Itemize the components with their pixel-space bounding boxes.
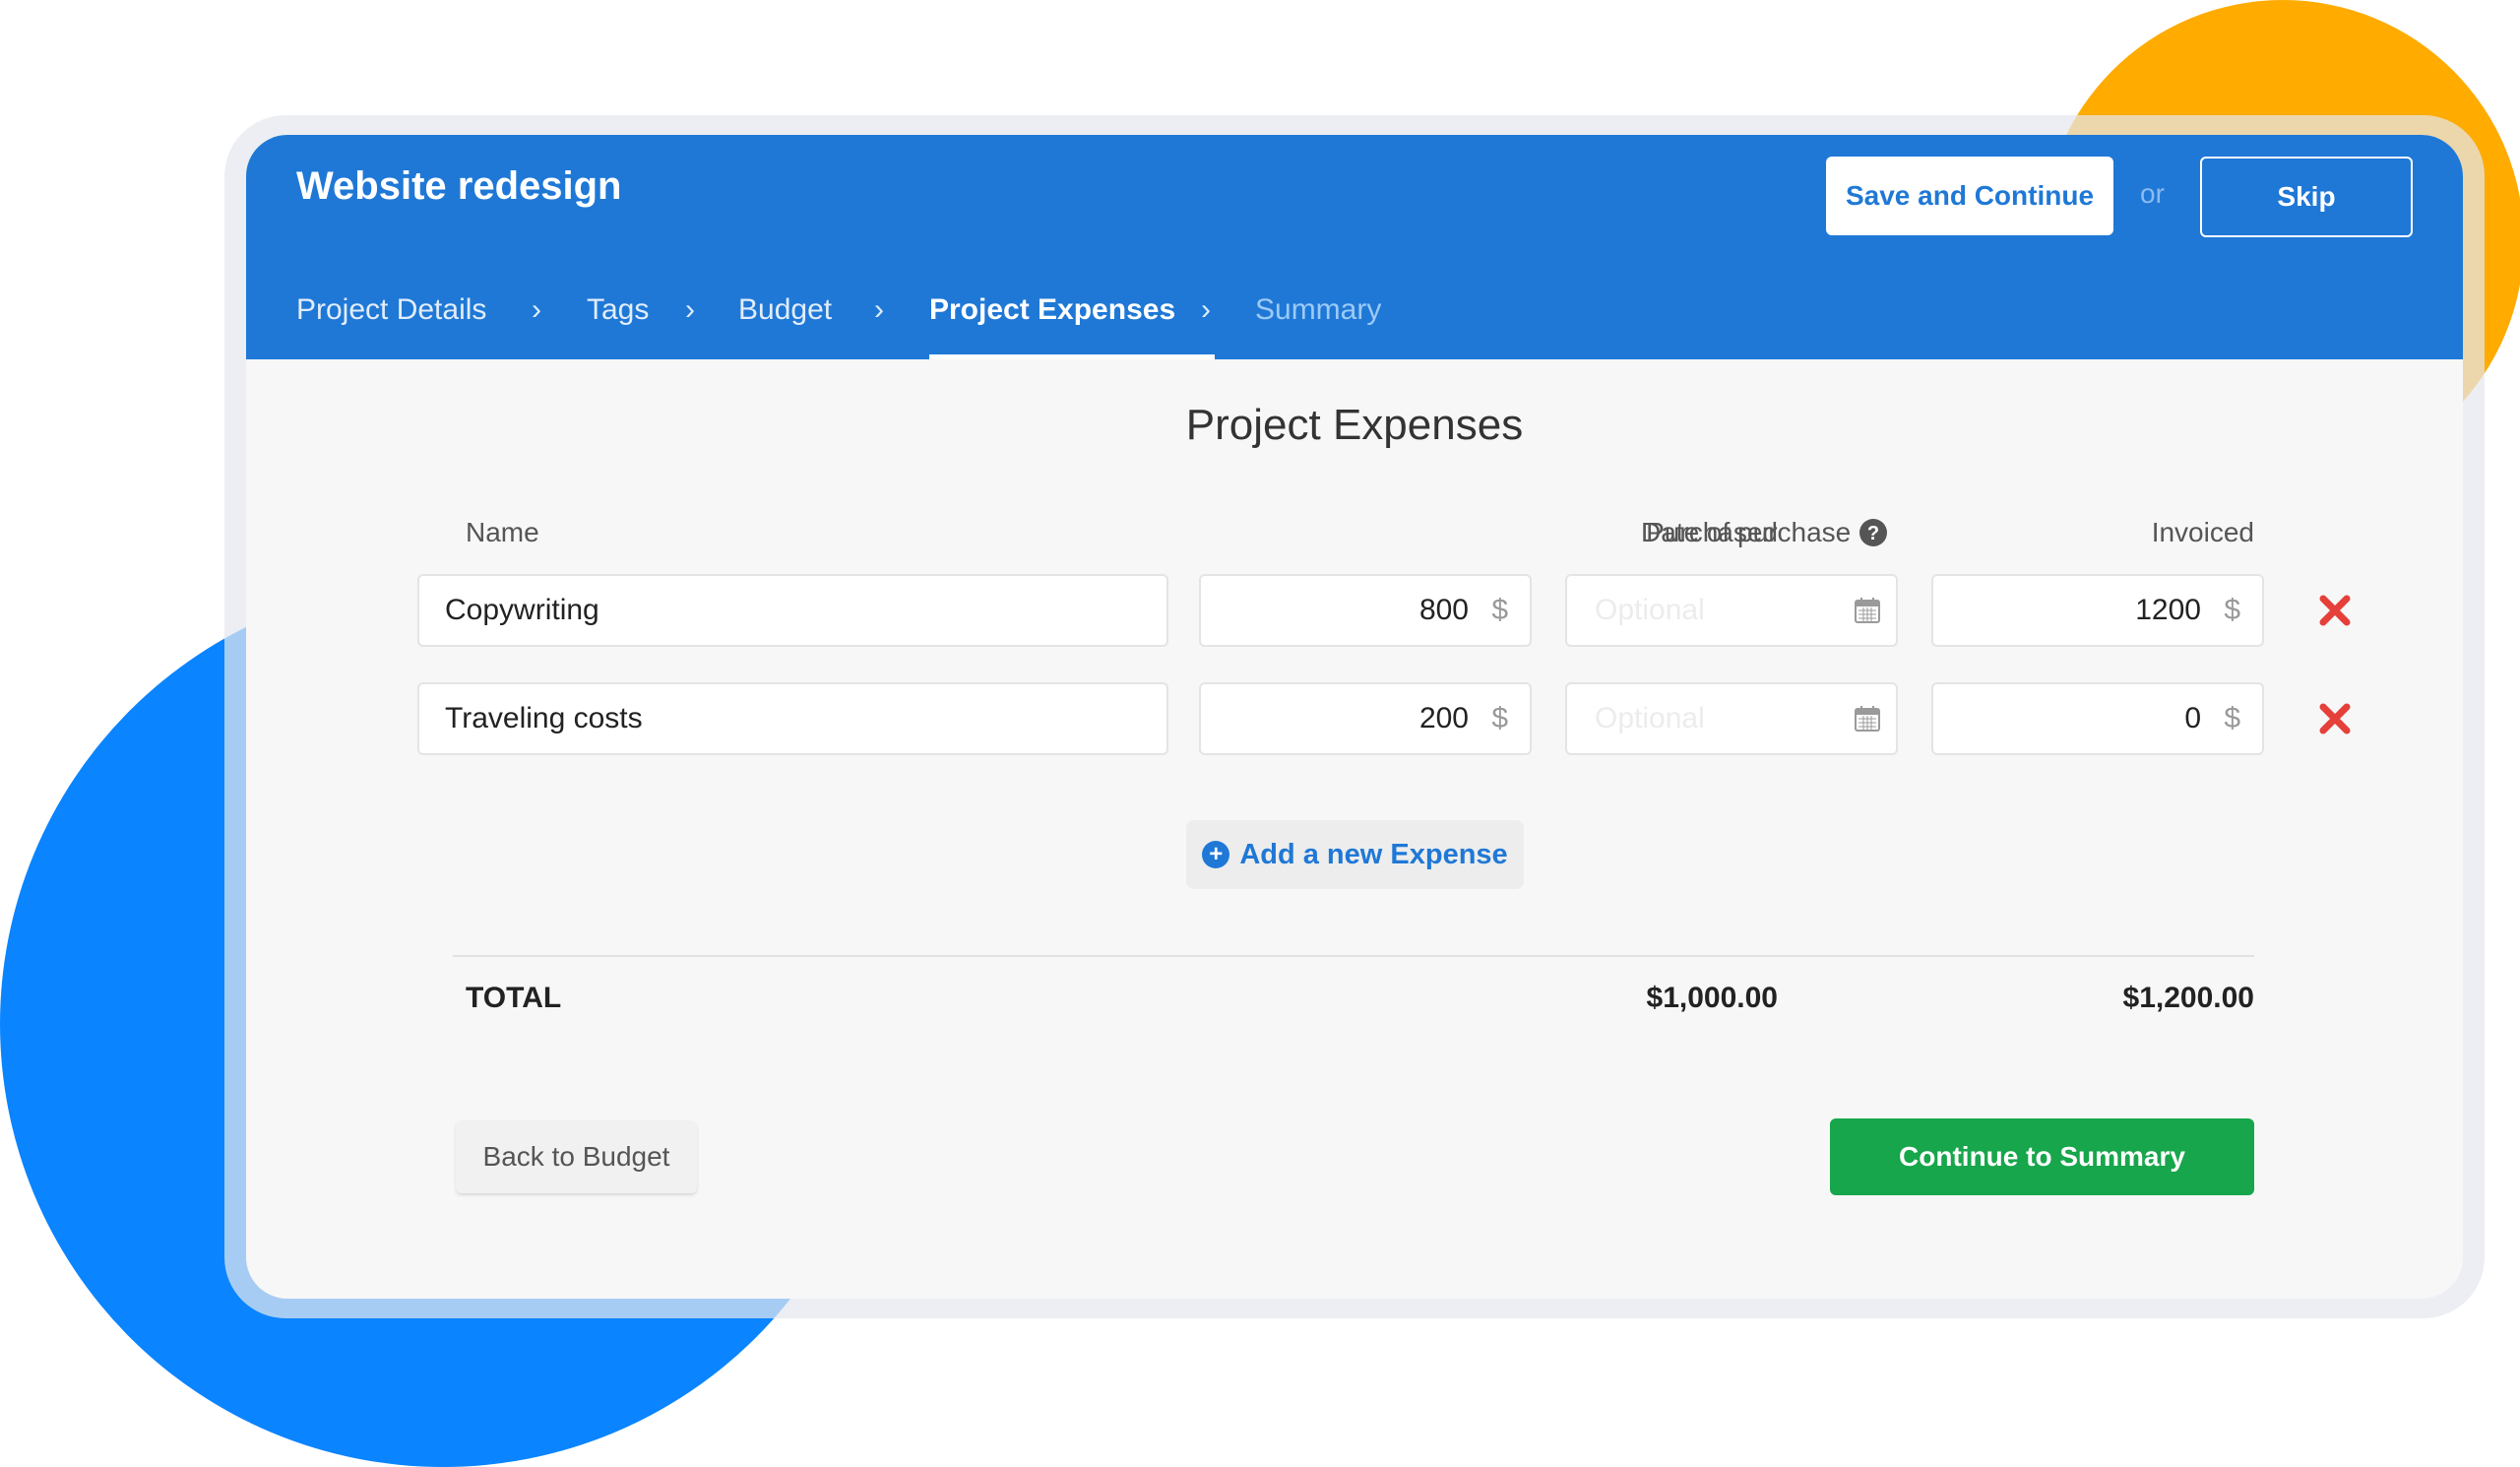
calendar-icon[interactable] [1853,596,1882,625]
page-title: Project Expenses [1185,401,1524,449]
wizard-steps: Project Details › Tags › Budget › Projec… [246,283,2463,359]
purchased-value: 800 [1418,594,1469,626]
invoiced-value: 0 [2184,702,2201,734]
chevron-right-icon: › [685,293,695,326]
currency-symbol: $ [1491,702,1508,734]
invoiced-value: 1200 [2135,594,2201,626]
skip-button[interactable]: Skip [2200,157,2413,237]
plus-circle-icon: + [1202,841,1230,868]
total-invoiced: $1,200.00 [2122,982,2254,1014]
calendar-icon[interactable] [1853,704,1882,734]
purchased-value: 200 [1418,702,1469,734]
svg-text:?: ? [1867,523,1879,544]
chevron-right-icon: › [532,293,541,326]
date-header-label: Date of purchase [1641,517,1852,547]
step-tags[interactable]: Tags [587,283,649,359]
project-title: Website redesign [296,164,622,208]
delete-expense-icon[interactable] [2317,701,2353,736]
column-header-date: Date of purchase ? [1641,517,1888,548]
app-window: Website redesign Save and Continue or Sk… [246,135,2463,1299]
date-placeholder: Optional [1595,594,1705,626]
invoiced-input[interactable]: 0 $ [1931,682,2264,755]
currency-symbol: $ [2224,702,2240,734]
add-expense-button[interactable]: + Add a new Expense [1186,820,1524,889]
or-label: or [2140,178,2165,209]
header-bar: Website redesign Save and Continue or Sk… [246,135,2463,359]
step-project-expenses[interactable]: Project Expenses [929,283,1215,359]
back-to-budget-button[interactable]: Back to Budget [456,1120,697,1193]
purchased-input[interactable]: 200 $ [1199,682,1532,755]
save-and-continue-button[interactable]: Save and Continue [1826,157,2113,235]
help-circle-icon[interactable]: ? [1858,518,1888,547]
currency-symbol: $ [1491,594,1508,626]
invoiced-input[interactable]: 1200 $ [1931,574,2264,647]
step-summary[interactable]: Summary [1255,283,1381,359]
purchased-input[interactable]: 800 $ [1199,574,1532,647]
currency-symbol: $ [2224,594,2240,626]
date-of-purchase-input[interactable]: Optional [1565,682,1898,755]
chevron-right-icon: › [874,293,884,326]
column-header-name: Name [466,517,539,547]
add-expense-label: Add a new Expense [1239,838,1508,870]
column-header-invoiced: Invoiced [2151,517,2254,547]
expense-name-value: Copywriting [445,594,599,626]
total-divider [453,955,2254,957]
expense-name-value: Traveling costs [445,702,643,734]
total-purchased: $1,000.00 [1646,982,1778,1014]
expense-name-input[interactable]: Traveling costs [417,682,1168,755]
step-project-details[interactable]: Project Details [296,283,486,359]
step-budget[interactable]: Budget [738,283,832,359]
date-placeholder: Optional [1595,702,1705,734]
chevron-right-icon: › [1201,293,1211,326]
continue-to-summary-button[interactable]: Continue to Summary [1830,1118,2254,1195]
date-of-purchase-input[interactable]: Optional [1565,574,1898,647]
delete-expense-icon[interactable] [2317,593,2353,628]
expense-name-input[interactable]: Copywriting [417,574,1168,647]
total-label: TOTAL [466,982,562,1014]
